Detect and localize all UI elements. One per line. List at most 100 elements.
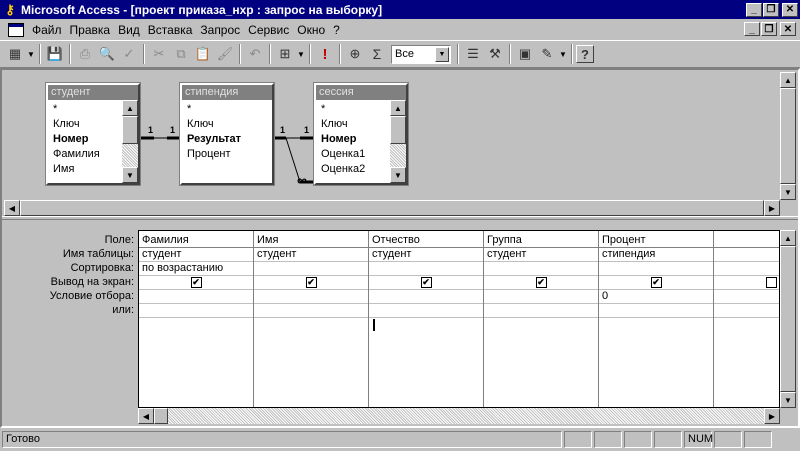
criteria-cell[interactable] (139, 290, 253, 304)
scroll-left-icon[interactable]: ◀ (138, 408, 154, 424)
cut-icon[interactable]: ✂ (148, 43, 170, 65)
table-caption[interactable]: сессия (316, 85, 406, 100)
field-cell[interactable]: Имя (254, 234, 368, 248)
undo-icon[interactable]: ↶ (244, 43, 266, 65)
table-field[interactable]: Ключ (184, 117, 256, 132)
table-cell[interactable]: студент (254, 248, 368, 262)
show-table-icon[interactable]: ⊕ (344, 43, 366, 65)
table-caption[interactable]: студент (48, 85, 138, 100)
doc-close-button[interactable]: ✕ (780, 22, 796, 36)
doc-restore-button[interactable]: ❐ (761, 22, 777, 36)
new-object-dropdown-icon[interactable]: ▼ (558, 50, 568, 59)
table-box-student[interactable]: студент * Ключ Номер Фамилия Имя ▲ ▼ (46, 83, 140, 185)
properties-icon[interactable]: ☰ (462, 43, 484, 65)
table-cell[interactable]: студент (139, 248, 253, 262)
sort-cell[interactable] (369, 262, 483, 276)
scroll-up-icon[interactable]: ▲ (780, 72, 796, 88)
table-field[interactable]: Процент (184, 147, 256, 162)
run-icon[interactable]: ! (314, 43, 336, 65)
criteria-cell[interactable] (714, 290, 779, 304)
or-cell[interactable] (714, 304, 779, 318)
doc-minimize-button[interactable]: _ (744, 22, 760, 36)
save-icon[interactable]: 💾 (44, 43, 66, 65)
format-painter-icon[interactable]: 🖌 (214, 43, 236, 65)
table-field[interactable]: Результат (184, 132, 256, 147)
print-icon[interactable]: ⎙ (74, 43, 96, 65)
or-cell[interactable] (599, 304, 713, 318)
table-pane-vscrollbar[interactable]: ▲ ▼ (780, 72, 796, 200)
table-cell[interactable]: стипендия (599, 248, 713, 262)
access-key-icon[interactable]: ⚷ (2, 2, 18, 18)
close-button[interactable]: ✕ (782, 2, 798, 17)
table-box-stipend[interactable]: стипендия * Ключ Результат Процент (180, 83, 274, 185)
chevron-down-icon[interactable]: ▼ (435, 46, 449, 62)
scroll-right-icon[interactable]: ▶ (764, 408, 780, 424)
or-cell[interactable] (139, 304, 253, 318)
scroll-track[interactable] (122, 144, 138, 167)
restore-button[interactable]: ❐ (763, 2, 779, 17)
field-cell[interactable]: Процент (599, 234, 713, 248)
criteria-cell[interactable] (254, 290, 368, 304)
table-field[interactable]: Номер (50, 132, 122, 147)
totals-icon[interactable]: Σ (366, 43, 388, 65)
or-cell[interactable] (369, 304, 483, 318)
field-cell[interactable]: Группа (484, 234, 598, 248)
criteria-cell[interactable]: 0 (599, 290, 713, 304)
scroll-thumb[interactable] (780, 246, 796, 392)
sort-cell[interactable] (484, 262, 598, 276)
scroll-thumb[interactable] (780, 88, 796, 184)
menu-file[interactable]: Файл (28, 23, 66, 37)
print-preview-icon[interactable]: 🔍 (96, 43, 118, 65)
or-cell[interactable] (484, 304, 598, 318)
show-checkbox[interactable]: ✔ (650, 277, 662, 288)
sort-cell[interactable] (254, 262, 368, 276)
design-grid-vscrollbar[interactable]: ▲ ▼ (780, 230, 796, 408)
table-cell[interactable] (714, 248, 779, 262)
view-dropdown-icon[interactable]: ▼ (26, 50, 36, 59)
scroll-down-icon[interactable]: ▼ (390, 167, 406, 183)
help-icon[interactable]: ? (576, 45, 594, 63)
spell-check-icon[interactable]: ✓ (118, 43, 140, 65)
criteria-cell[interactable] (484, 290, 598, 304)
scroll-thumb[interactable] (154, 408, 168, 424)
scroll-thumb[interactable] (20, 200, 764, 216)
menu-edit[interactable]: Правка (66, 23, 115, 37)
scroll-up-icon[interactable]: ▲ (390, 100, 406, 116)
paste-icon[interactable]: 📋 (192, 43, 214, 65)
menu-tools[interactable]: Сервис (244, 23, 293, 37)
table-box-session[interactable]: сессия * Ключ Номер Оценка1 Оценка2 ▲ ▼ (314, 83, 408, 185)
table-field[interactable]: Ключ (50, 117, 122, 132)
field-cell[interactable] (714, 234, 779, 248)
view-grid-icon[interactable]: ▦ (4, 43, 26, 65)
scroll-down-icon[interactable]: ▼ (122, 167, 138, 183)
database-window-icon[interactable]: ▣ (514, 43, 536, 65)
or-cell[interactable] (254, 304, 368, 318)
scroll-right-icon[interactable]: ▶ (764, 200, 780, 216)
menu-query[interactable]: Запрос (196, 23, 244, 37)
criteria-cell[interactable] (369, 290, 483, 304)
query-type-icon[interactable]: ⊞ (274, 43, 296, 65)
table-field[interactable]: Оценка1 (318, 147, 390, 162)
field-cell[interactable]: Отчество (369, 234, 483, 248)
menu-view[interactable]: Вид (114, 23, 144, 37)
scroll-up-icon[interactable]: ▲ (122, 100, 138, 116)
show-checkbox[interactable]: ✔ (190, 277, 202, 288)
scroll-down-icon[interactable]: ▼ (780, 392, 796, 408)
sort-cell[interactable] (599, 262, 713, 276)
table-field[interactable]: Фамилия (50, 147, 122, 162)
build-icon[interactable]: ⚒ (484, 43, 506, 65)
table-cell[interactable]: студент (369, 248, 483, 262)
top-values-combo[interactable]: Все ▼ (391, 44, 451, 64)
table-caption[interactable]: стипендия (182, 85, 272, 100)
table-field[interactable]: * (184, 102, 256, 117)
scroll-track[interactable] (168, 408, 764, 424)
show-checkbox[interactable] (766, 277, 777, 288)
table-field[interactable]: Ключ (318, 117, 390, 132)
menu-insert[interactable]: Вставка (144, 23, 197, 37)
table-cell[interactable]: студент (484, 248, 598, 262)
table-field[interactable]: Номер (318, 132, 390, 147)
scroll-track[interactable] (390, 144, 406, 167)
scroll-thumb[interactable] (390, 116, 406, 144)
query-type-dropdown-icon[interactable]: ▼ (296, 50, 306, 59)
minimize-button[interactable]: _ (746, 2, 762, 17)
